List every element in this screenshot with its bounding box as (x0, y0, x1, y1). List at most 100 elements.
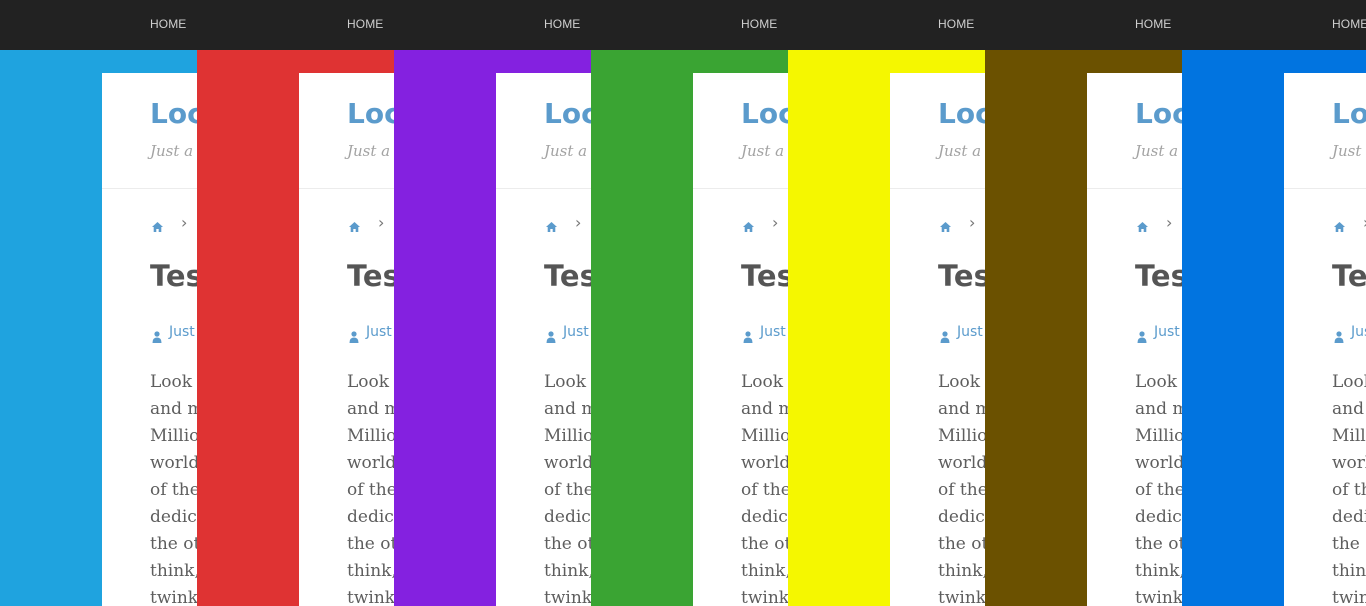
body-line: dedic (150, 507, 197, 527)
body-line: Millio (741, 426, 788, 446)
chevron-right-icon: › (772, 213, 779, 232)
author-link[interactable]: Just (957, 324, 983, 340)
body-line: of the (347, 480, 394, 500)
home-icon[interactable] (1137, 217, 1148, 236)
site-tagline: Just a (1135, 142, 1179, 160)
header-divider (299, 188, 394, 189)
nav-home-link[interactable]: HOME (544, 17, 580, 31)
site-tagline: Just a (938, 142, 982, 160)
navbar: HOME (394, 0, 591, 50)
body-line: and m (1332, 399, 1366, 419)
post-body: Look and m Millio world of the dedic the… (544, 369, 591, 606)
navbar: HOME (985, 0, 1182, 50)
content-panel: Loc Just a › Tes Just Look and m Millio … (890, 73, 985, 606)
site-title[interactable]: Loc (1135, 97, 1182, 130)
navbar: HOME (1182, 0, 1366, 50)
body-line: of the (938, 480, 985, 500)
body-line: of the (544, 480, 591, 500)
body-line: Millio (938, 426, 985, 446)
home-icon[interactable] (743, 217, 754, 236)
nav-home-link[interactable]: HOME (1332, 17, 1366, 31)
chevron-right-icon: › (181, 213, 188, 232)
body-line: of the (741, 480, 788, 500)
body-line: the ot (347, 534, 394, 554)
body-line: of the (150, 480, 197, 500)
author-link[interactable]: Just (563, 324, 589, 340)
header-divider (496, 188, 591, 189)
body-line: think, (741, 561, 788, 581)
body-line: and m (347, 399, 394, 419)
chevron-right-icon: › (1166, 213, 1173, 232)
author-link[interactable]: Just (760, 324, 786, 340)
post-body: Look and m Millio world of the dedic the… (741, 369, 788, 606)
body-line: twink (1135, 588, 1182, 606)
body-line: world (1332, 453, 1366, 473)
home-icon[interactable] (546, 217, 557, 236)
body-line: twink (1332, 588, 1366, 606)
body-line: and m (938, 399, 985, 419)
body-line: think, (150, 561, 197, 581)
body-line: the ot (938, 534, 985, 554)
content-panel: Loc Just a › Tes Just Look and m Millio … (299, 73, 394, 606)
navbar: HOME (591, 0, 788, 50)
body-line: think, (938, 561, 985, 581)
body-line: the ot (741, 534, 788, 554)
site-tagline: Just a (741, 142, 785, 160)
home-icon[interactable] (152, 217, 163, 236)
nav-home-link[interactable]: HOME (1135, 17, 1171, 31)
color-strip: HOME Loc Just a › Tes Just Look and m Mi… (788, 0, 985, 606)
author-link[interactable]: Just (1154, 324, 1180, 340)
site-title[interactable]: Loc (347, 97, 394, 130)
chevron-right-icon: › (969, 213, 976, 232)
author-link[interactable]: Just (169, 324, 195, 340)
body-line: think, (1135, 561, 1182, 581)
body-line: Look (150, 372, 193, 392)
nav-home-link[interactable]: HOME (150, 17, 186, 31)
body-line: the ot (544, 534, 591, 554)
color-strip: HOME Loc Just a › Tes Just Look and m Mi… (197, 0, 394, 606)
body-line: Millio (1332, 426, 1366, 446)
post-title: Tes (938, 259, 985, 293)
post-body: Look and m Millio world of the dedic the… (150, 369, 197, 606)
body-line: the ot (1135, 534, 1182, 554)
body-line: the ot (150, 534, 197, 554)
body-line: think, (1332, 561, 1366, 581)
site-tagline: Just a (347, 142, 391, 160)
body-line: dedic (1135, 507, 1182, 527)
post-body: Look and m Millio world of the dedic the… (1332, 369, 1366, 606)
body-line: Millio (347, 426, 394, 446)
author-link[interactable]: Just (366, 324, 392, 340)
author-link[interactable]: Just (1351, 324, 1366, 340)
body-line: world (1135, 453, 1182, 473)
home-icon[interactable] (940, 217, 951, 236)
post-body: Look and m Millio world of the dedic the… (1135, 369, 1182, 606)
body-line: twink (741, 588, 788, 606)
color-strip: HOME Loc Just a › Tes Just Look and m Mi… (591, 0, 788, 606)
home-icon[interactable] (349, 217, 360, 236)
user-icon (546, 328, 556, 347)
site-title[interactable]: Loc (544, 97, 591, 130)
body-line: of the (1135, 480, 1182, 500)
body-line: world (741, 453, 788, 473)
site-title[interactable]: Loc (1332, 97, 1366, 130)
color-strip: HOME Loc Just a › Tes Just Look and m Mi… (1182, 0, 1366, 606)
site-title[interactable]: Loc (741, 97, 788, 130)
post-title: Tes (544, 259, 591, 293)
body-line: world (544, 453, 591, 473)
content-panel: Loc Just a › Tes Just Look and m Millio … (1284, 73, 1366, 606)
user-icon (349, 328, 359, 347)
user-icon (152, 328, 162, 347)
body-line: and m (150, 399, 197, 419)
body-line: twink (347, 588, 394, 606)
site-title[interactable]: Loc (150, 97, 197, 130)
nav-home-link[interactable]: HOME (938, 17, 974, 31)
body-line: of the (1332, 480, 1366, 500)
navbar: HOME (0, 0, 197, 50)
home-icon[interactable] (1334, 217, 1345, 236)
nav-home-link[interactable]: HOME (347, 17, 383, 31)
navbar: HOME (197, 0, 394, 50)
site-title[interactable]: Loc (938, 97, 985, 130)
nav-home-link[interactable]: HOME (741, 17, 777, 31)
user-icon (940, 328, 950, 347)
body-line: think, (347, 561, 394, 581)
